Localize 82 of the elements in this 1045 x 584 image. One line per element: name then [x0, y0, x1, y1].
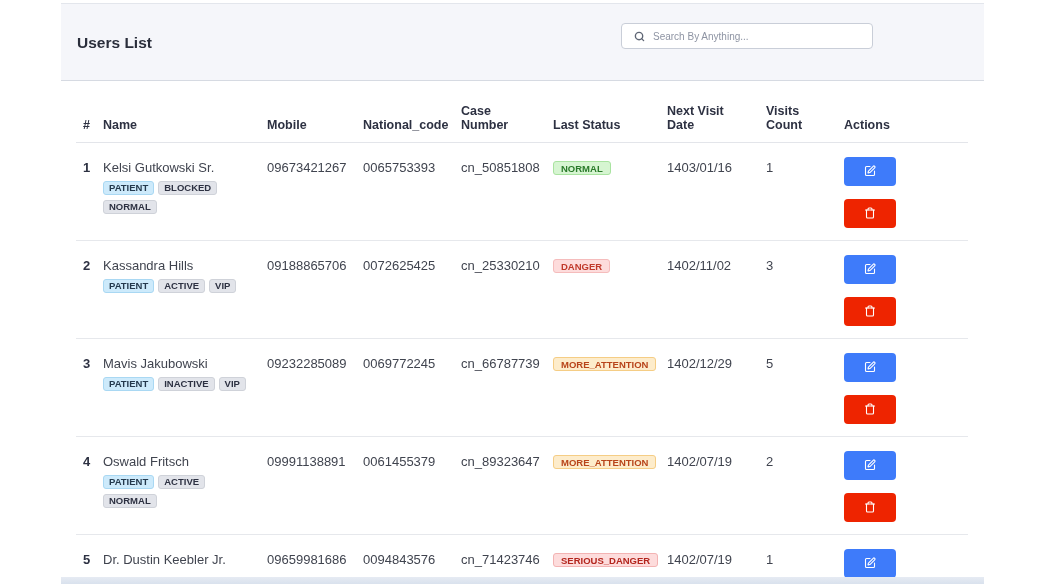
flag-tag: BLOCKED [158, 180, 218, 195]
column-header: Mobile [267, 118, 307, 132]
user-name: Mavis Jakubowski [103, 355, 208, 372]
visits-count: 5 [766, 355, 774, 372]
column-header: Next Visit Date [667, 105, 725, 132]
role-tag: PATIENT [103, 180, 155, 195]
status-tag: NORMAL [553, 161, 611, 175]
trash-icon [864, 501, 876, 513]
search-icon [634, 31, 645, 42]
case-number: cn_66787739 [461, 355, 540, 372]
mobile-number: 09232285089 [267, 355, 347, 372]
edit-button[interactable] [844, 352, 896, 382]
pencil-icon [864, 459, 876, 471]
case-number: cn_71423746 [461, 551, 540, 568]
trash-icon [864, 207, 876, 219]
row-number: 1 [83, 159, 91, 176]
visit-date: 1402/07/19 [667, 551, 733, 568]
user-name: Kelsi Gutkowski Sr. [103, 159, 215, 176]
mobile-number: 09673421267 [267, 159, 347, 176]
national-code: 0065753393 [363, 159, 436, 176]
user-name: Kassandra Hills [103, 257, 194, 274]
pencil-icon [864, 263, 876, 275]
flag-tag: ACTIVE [158, 474, 206, 489]
visit-date: 1402/12/29 [667, 355, 733, 372]
visit-date: 1403/01/16 [667, 159, 733, 176]
flag-tag: VIP [218, 376, 246, 391]
column-header: Actions [844, 118, 890, 132]
visits-count: 2 [766, 453, 774, 470]
column-header: Name [103, 118, 138, 132]
delete-button[interactable] [844, 296, 896, 326]
pencil-icon [864, 557, 876, 569]
visit-date: 1402/07/19 [667, 453, 733, 470]
visits-count: 3 [766, 257, 774, 274]
pencil-icon [864, 361, 876, 373]
row-number: 4 [83, 453, 91, 470]
mobile-number: 09659981686 [267, 551, 347, 568]
mobile-number: 09991138891 [267, 453, 346, 470]
flag-tag: NORMAL [103, 493, 157, 508]
flag-tag: ACTIVE [158, 278, 206, 293]
trash-icon [864, 403, 876, 415]
case-number: cn_89323647 [461, 453, 540, 470]
status-tag: MORE_ATTENTION [553, 357, 657, 371]
edit-button[interactable] [844, 548, 896, 578]
role-tag: PATIENT [103, 376, 155, 391]
case-number: cn_50851808 [461, 159, 540, 176]
national-code: 0072625425 [363, 257, 436, 274]
user-name: Dr. Dustin Keebler Jr. [103, 551, 226, 568]
search-field[interactable]: Search By Anything... [621, 23, 873, 49]
role-tag: PATIENT [103, 278, 155, 293]
column-header: Case Number [461, 105, 510, 132]
mobile-number: 09188865706 [267, 257, 347, 274]
national-code: 0094843576 [363, 551, 436, 568]
status-tag: DANGER [553, 259, 611, 273]
edit-button[interactable] [844, 254, 896, 284]
row-number: 2 [83, 257, 91, 274]
trash-icon [864, 305, 876, 317]
visits-count: 1 [766, 551, 774, 568]
page-title: Users List [77, 33, 152, 52]
case-number: cn_25330210 [461, 257, 540, 274]
delete-button[interactable] [844, 394, 896, 424]
flag-tag: NORMAL [103, 199, 157, 214]
role-tag: PATIENT [103, 474, 155, 489]
flag-tag: INACTIVE [158, 376, 215, 391]
delete-button[interactable] [844, 492, 896, 522]
delete-button[interactable] [844, 198, 896, 228]
pencil-icon [864, 165, 876, 177]
visits-count: 1 [766, 159, 774, 176]
row-number: 5 [83, 551, 91, 568]
national-code: 0061455379 [363, 453, 436, 470]
user-name: Oswald Fritsch [103, 453, 189, 470]
column-header: Visits Count [766, 105, 804, 132]
column-header: National_code [363, 118, 449, 132]
column-header: # [83, 118, 90, 132]
flag-tag: VIP [209, 278, 237, 293]
edit-button[interactable] [844, 156, 896, 186]
column-header: Last Status [553, 118, 621, 132]
edit-button[interactable] [844, 450, 896, 480]
status-tag: SERIOUS_DANGER [553, 553, 659, 567]
visit-date: 1402/11/02 [667, 257, 732, 274]
row-number: 3 [83, 355, 91, 372]
status-tag: MORE_ATTENTION [553, 455, 657, 469]
national-code: 0069772245 [363, 355, 436, 372]
